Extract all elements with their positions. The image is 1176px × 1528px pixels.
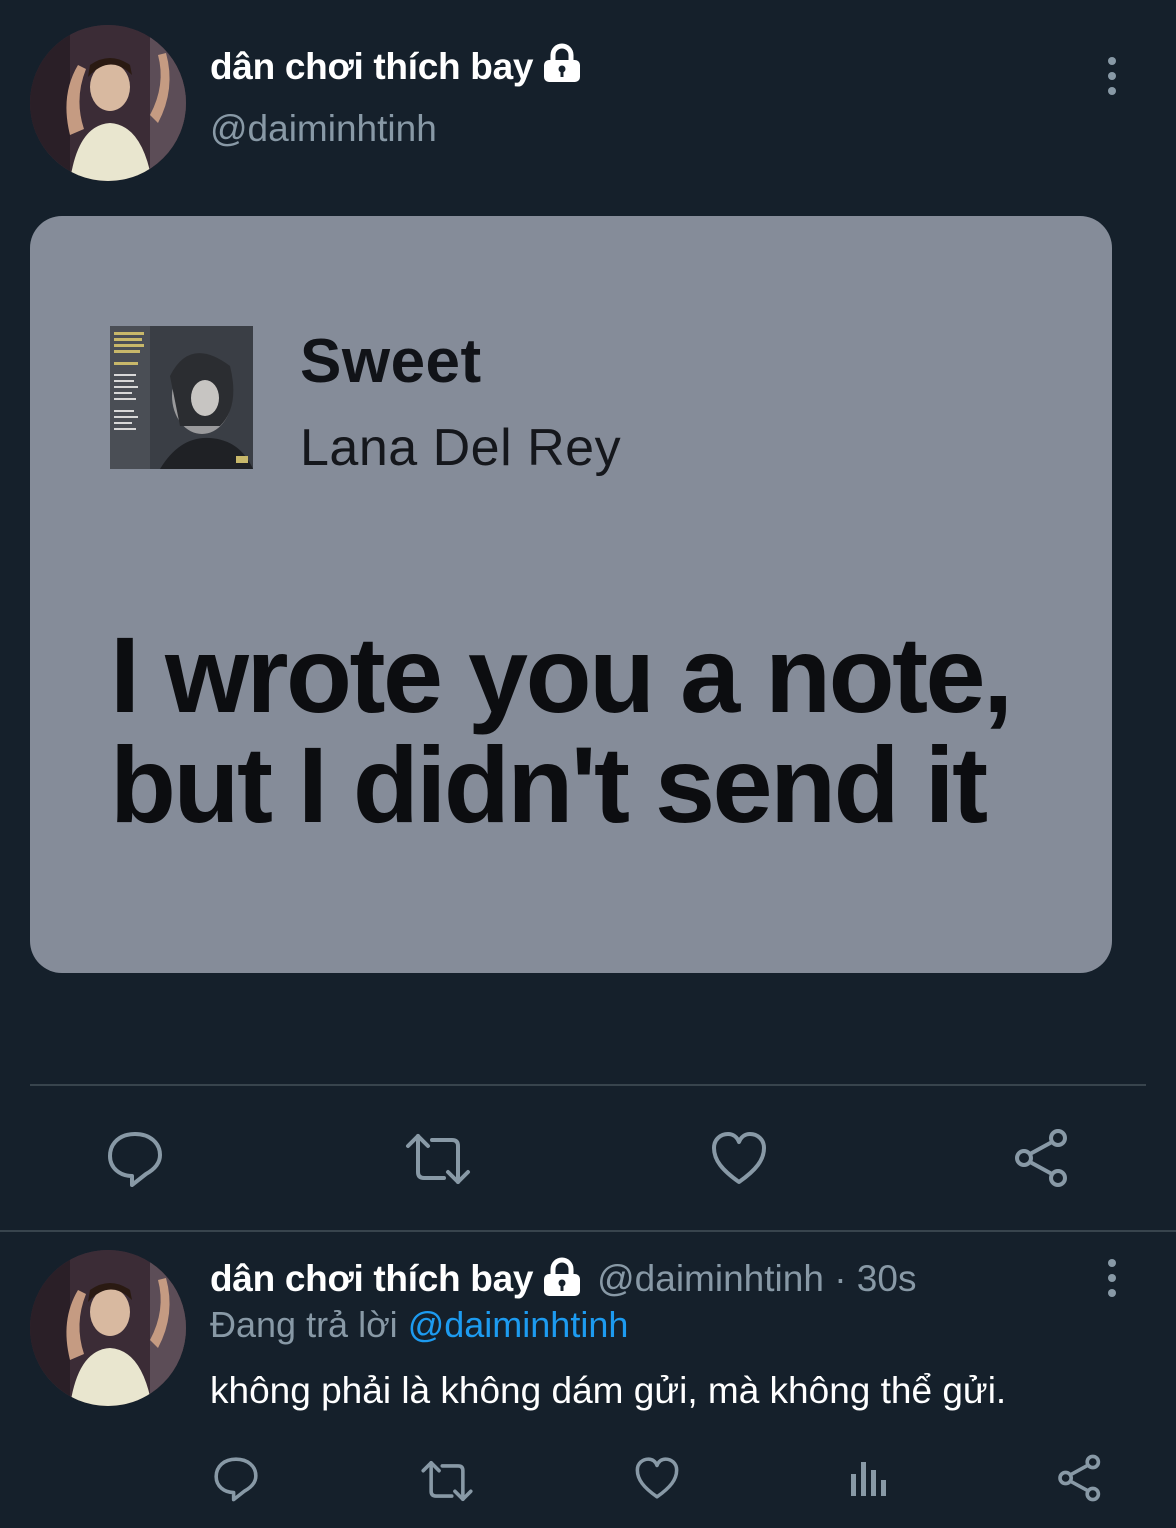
reply-icon[interactable]	[213, 1456, 259, 1502]
reply-author-avatar[interactable]	[30, 1250, 186, 1406]
reply-handle-time[interactable]: @daiminhtinh · 30s	[597, 1258, 916, 1300]
like-icon[interactable]	[634, 1456, 680, 1500]
analytics-icon[interactable]	[848, 1458, 890, 1498]
retweet-icon[interactable]	[420, 1458, 474, 1504]
song-title: Sweet	[300, 327, 482, 396]
author-name-row[interactable]: dân chơi thích bay	[210, 42, 583, 93]
share-icon[interactable]	[1012, 1128, 1072, 1188]
reply-header: dân chơi thích bay @daiminhtinh · 30s	[210, 1256, 916, 1302]
avatar-photo	[30, 1250, 186, 1406]
reply-prefix: Đang trả lời	[210, 1304, 398, 1345]
author-display-name: dân chơi thích bay	[210, 46, 534, 87]
divider	[0, 1230, 1176, 1232]
avatar-photo	[30, 25, 186, 181]
share-icon[interactable]	[1056, 1454, 1104, 1502]
like-icon[interactable]	[710, 1130, 768, 1186]
lyric-line: I wrote you a note,	[110, 614, 1013, 735]
lyric-text: I wrote you a note, but I didn't send it	[110, 620, 1090, 840]
divider	[30, 1084, 1146, 1086]
reply-context: Đang trả lời @daiminhtinh	[210, 1304, 628, 1346]
reply-mention-link[interactable]: @daiminhtinh	[408, 1304, 629, 1345]
reply-author-display-name[interactable]: dân chơi thích bay	[210, 1258, 533, 1300]
lock-icon	[541, 42, 583, 93]
tweet-text: không phải là không dám gửi, mà không th…	[210, 1370, 1007, 1411]
author-handle[interactable]: @daiminhtinh	[210, 108, 437, 150]
retweet-icon[interactable]	[404, 1130, 472, 1188]
album-cover	[110, 326, 253, 469]
lyric-line: but I didn't send it	[110, 724, 988, 845]
author-avatar[interactable]	[30, 25, 186, 181]
more-options-icon[interactable]	[1108, 57, 1116, 95]
lock-icon	[541, 1256, 583, 1303]
more-options-icon[interactable]	[1108, 1259, 1116, 1297]
song-artist: Lana Del Rey	[300, 419, 622, 477]
reply-icon[interactable]	[106, 1130, 164, 1188]
